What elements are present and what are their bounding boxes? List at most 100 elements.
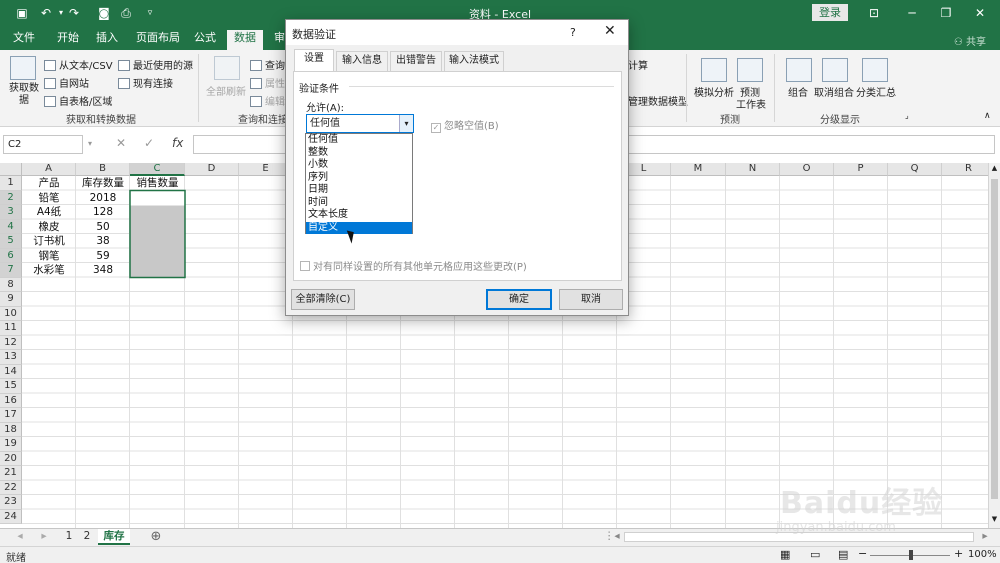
option-list[interactable]: 序列 [306, 172, 412, 185]
tab-settings[interactable]: 设置 [294, 49, 334, 72]
tab-home[interactable]: 开始 [57, 30, 79, 50]
table-cell[interactable]: 348 [76, 263, 130, 277]
ribbon-display-icon[interactable]: ⊡ [864, 4, 884, 22]
column-header-C[interactable]: C [130, 163, 185, 176]
properties-button[interactable]: 属性 [250, 75, 285, 90]
row-header-3[interactable]: 3 [0, 205, 22, 220]
option-time[interactable]: 时间 [306, 197, 412, 210]
tab-input-message[interactable]: 输入信息 [336, 51, 388, 71]
what-if-button[interactable]: 模拟分析 [694, 84, 734, 99]
sheet-prev-icon[interactable]: ◂ [14, 529, 26, 545]
row-header-4[interactable]: 4 [0, 219, 22, 234]
tab-review[interactable]: 审 [274, 30, 285, 50]
table-cell[interactable]: 50 [76, 220, 130, 234]
row-header-12[interactable]: 12 [0, 335, 22, 350]
table-cell[interactable]: 订书机 [22, 234, 76, 248]
tab-error-alert[interactable]: 出错警告 [390, 51, 442, 71]
table-cell[interactable]: 铅笔 [22, 191, 76, 205]
sheet-next-icon[interactable]: ▸ [38, 529, 50, 545]
ignore-blank-checkbox[interactable]: ✓ 忽略空值(B) [431, 117, 499, 133]
manage-data-model-button[interactable]: 管理数据模型 [628, 93, 688, 108]
apply-all-checkbox[interactable]: 对有同样设置的所有其他单元格应用这些更改(P) [300, 258, 527, 273]
row-header-14[interactable]: 14 [0, 364, 22, 379]
row-header-13[interactable]: 13 [0, 350, 22, 365]
edit-links-button[interactable]: 编辑 [250, 93, 285, 108]
add-sheet-icon[interactable]: ⊕ [148, 529, 164, 545]
sheet-tab-1[interactable]: 1 [62, 529, 76, 545]
row-header-10[interactable]: 10 [0, 306, 22, 321]
cancel-button[interactable]: 取消 [559, 289, 623, 310]
header-cell[interactable]: 产品 [22, 176, 76, 190]
column-header-N[interactable]: N [726, 163, 780, 176]
help-icon[interactable]: ? [570, 26, 576, 39]
zoom-slider-thumb[interactable] [909, 550, 913, 560]
refresh-all-button[interactable]: 全部刷新 [206, 83, 246, 98]
name-box[interactable]: C2 [3, 135, 83, 154]
name-box-dropdown-icon[interactable]: ▾ [88, 139, 92, 148]
row-header-8[interactable]: 8 [0, 277, 22, 292]
header-cell[interactable]: 销售数量 [130, 176, 185, 190]
page-break-view-icon[interactable]: ▤ [838, 548, 848, 561]
option-date[interactable]: 日期 [306, 184, 412, 197]
minimize-icon[interactable]: ─ [902, 4, 922, 22]
row-header-20[interactable]: 20 [0, 451, 22, 466]
select-all-corner[interactable] [0, 163, 22, 176]
table-cell[interactable]: 128 [76, 205, 130, 219]
table-cell[interactable]: 38 [76, 234, 130, 248]
row-header-11[interactable]: 11 [0, 321, 22, 336]
option-text-length[interactable]: 文本长度 [306, 209, 412, 222]
row-header-16[interactable]: 16 [0, 393, 22, 408]
insert-function-icon[interactable]: fx [172, 136, 183, 150]
forecast-sheet-label-2[interactable]: 工作表 [736, 96, 766, 111]
zoom-out-icon[interactable]: − [858, 547, 867, 560]
row-header-9[interactable]: 9 [0, 292, 22, 307]
column-header-D[interactable]: D [185, 163, 239, 176]
existing-connections-button[interactable]: 现有连接 [118, 75, 173, 90]
row-header-5[interactable]: 5 [0, 234, 22, 249]
restore-icon[interactable]: ❐ [936, 4, 956, 22]
close-window-icon[interactable]: ✕ [970, 4, 990, 22]
option-decimal[interactable]: 小数 [306, 159, 412, 172]
header-cell[interactable]: 库存数量 [76, 176, 130, 190]
sheet-tab-inventory[interactable]: 库存 [98, 529, 130, 545]
row-header-23[interactable]: 23 [0, 495, 22, 510]
tab-insert[interactable]: 插入 [96, 30, 118, 50]
table-cell[interactable]: 橡皮 [22, 220, 76, 234]
row-header-15[interactable]: 15 [0, 379, 22, 394]
calculate-button[interactable]: 计算 [628, 57, 648, 72]
tab-ime-mode[interactable]: 输入法模式 [444, 51, 504, 71]
table-cell[interactable]: 钢笔 [22, 249, 76, 263]
group-button[interactable]: 组合 [788, 84, 808, 99]
tab-file[interactable]: 文件 [13, 30, 35, 50]
tab-formulas[interactable]: 公式 [194, 30, 216, 50]
option-custom[interactable]: 自定义 [306, 221, 412, 234]
option-any-value[interactable]: 任何值 [306, 134, 412, 147]
hscroll-left-icon[interactable]: ◂ [612, 529, 622, 545]
table-cell[interactable]: A4纸 [22, 205, 76, 219]
login-button[interactable]: 登录 [812, 4, 848, 21]
column-header-O[interactable]: O [780, 163, 834, 176]
table-cell[interactable]: 水彩笔 [22, 263, 76, 277]
row-header-19[interactable]: 19 [0, 437, 22, 452]
from-csv-button[interactable]: 从文本/CSV [44, 57, 113, 72]
table-cell[interactable]: 2018 [76, 191, 130, 205]
ok-button[interactable]: 确定 [486, 289, 552, 310]
allow-select[interactable]: 任何值 ▾ [306, 114, 414, 133]
chevron-down-icon[interactable]: ▾ [399, 115, 413, 132]
tab-data[interactable]: 数据 [227, 30, 263, 50]
row-header-2[interactable]: 2 [0, 190, 22, 205]
get-data-button[interactable]: 获取数据 [8, 83, 40, 107]
page-layout-view-icon[interactable]: ▭ [810, 548, 820, 561]
scroll-up-icon[interactable]: ▲ [990, 164, 999, 174]
subtotal-button[interactable]: 分类汇总 [856, 84, 896, 99]
cancel-formula-icon[interactable]: ✕ [116, 136, 126, 150]
zoom-level[interactable]: 100% [968, 549, 997, 560]
table-cell[interactable]: 59 [76, 249, 130, 263]
ungroup-button[interactable]: 取消组合 [814, 84, 854, 99]
row-header-1[interactable]: 1 [0, 176, 22, 191]
row-header-24[interactable]: 24 [0, 509, 22, 524]
column-header-Q[interactable]: Q [888, 163, 942, 176]
row-header-7[interactable]: 7 [0, 263, 22, 278]
share-button[interactable]: ⚇ 共享 [954, 33, 986, 48]
column-header-B[interactable]: B [76, 163, 130, 176]
